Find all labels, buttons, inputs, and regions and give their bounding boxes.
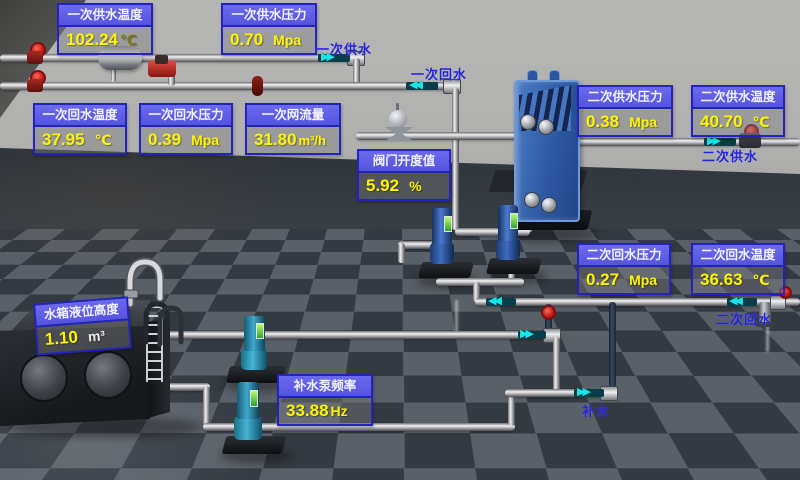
panel-secondary-return-pressure: 二次回水压力 0.27 Mpa [577, 243, 671, 295]
panel-unit: m³/h [299, 133, 326, 148]
pipe-pump2-riser [508, 392, 515, 426]
pipe-primary-return-riser [452, 88, 459, 230]
panel-unit: m³ [87, 327, 105, 344]
hx-port [524, 192, 540, 208]
hx-port [541, 197, 557, 213]
pipe-secondary-supply [570, 138, 800, 146]
panel-makeup-pump-frequency: 补水泵频率 33.88Hz [277, 374, 373, 426]
panel-unit: Mpa [273, 32, 301, 48]
panel-title: 补水泵频率 [279, 376, 371, 398]
hmi-screen: ▶▶ ◀◀ ▶▶ ◀◀ ◀◀ ▶▶ ▶▶ [0, 0, 800, 480]
panel-secondary-supply-pressure: 二次供水压力 0.38 Mpa [577, 85, 673, 137]
hx-port [538, 119, 554, 135]
panel-title: 二次供水压力 [579, 87, 671, 109]
tank-manhole [20, 354, 68, 402]
panel-title: 二次回水温度 [693, 245, 783, 267]
panel-unit: Mpa [629, 272, 657, 288]
small-red-pump-motor [155, 55, 168, 64]
panel-value: 31.80 [254, 130, 297, 150]
panel-title: 阀门开度值 [359, 151, 449, 173]
panel-value: 37.95 [42, 130, 85, 150]
pump-status-light [444, 216, 452, 232]
pipe-makeup-pump1 [150, 331, 560, 339]
pipe-makeup-drop [553, 337, 560, 392]
control-valve-actuator[interactable] [389, 110, 407, 128]
panel-primary-return-temp: 一次回水温度 37.95 ℃ [33, 103, 127, 155]
panel-title: 二次供水温度 [693, 87, 783, 109]
panel-value: 0.70 [230, 30, 263, 50]
panel-unit: ℃ [120, 32, 137, 49]
panel-primary-return-pressure: 一次回水压力 0.39 Mpa [139, 103, 233, 155]
pipe-pump-suction-manifold [436, 278, 524, 286]
pipe-tank-drop [203, 386, 210, 426]
pipe-pump-stub-drop [398, 243, 405, 263]
panel-primary-supply-pressure: 一次供水压力 0.70 Mpa [221, 3, 317, 55]
panel-unit: ℃ [753, 114, 770, 131]
bypass-valve-wheel[interactable] [541, 305, 556, 320]
panel-unit: ℃ [95, 132, 112, 149]
pipe-tag-primary-return: 一次回水 [411, 64, 467, 83]
pump-status-light [250, 390, 258, 407]
panel-value: 1.10 [44, 327, 79, 350]
hx-port [520, 114, 536, 130]
panel-unit: Mpa [191, 132, 219, 148]
flow-arrow-right-icon: ▶▶ [577, 386, 588, 398]
panel-value: 36.63 [700, 270, 743, 290]
pipe-tag-makeup-water: 补水 [582, 401, 610, 420]
manual-valve-body [27, 51, 43, 64]
butterfly-valve[interactable] [252, 76, 263, 96]
panel-secondary-supply-temp: 二次供水温度 40.70 ℃ [691, 85, 785, 137]
pipe-tag-primary-supply: 一次供水 [316, 39, 372, 58]
panel-primary-supply-temp: 一次供水温度 102.24℃ [57, 3, 153, 55]
pipe-primary-supply [0, 54, 352, 62]
flow-arrow-right-icon: ▶▶ [520, 328, 531, 340]
flow-arrow-left-icon: ◀◀ [729, 295, 740, 307]
panel-value: 40.70 [700, 112, 743, 132]
panel-value: 102.24 [66, 30, 118, 50]
panel-primary-network-flow: 一次网流量 31.80m³/h [245, 103, 341, 155]
pipe-primary-return [0, 82, 450, 90]
panel-title: 二次回水压力 [579, 245, 669, 267]
panel-title: 一次供水温度 [59, 5, 151, 27]
panel-value: 5.92 [366, 176, 399, 196]
flow-arrow-left-icon: ◀◀ [488, 295, 499, 307]
panel-title: 一次网流量 [247, 105, 339, 127]
panel-value: 33.88 [286, 401, 329, 421]
panel-secondary-return-temp: 二次回水温度 36.63 ℃ [691, 243, 785, 295]
manual-valve-body [27, 79, 43, 92]
pump-status-light [256, 323, 264, 339]
tank-manhole [84, 351, 132, 399]
panel-value: 0.27 [586, 270, 619, 290]
panel-value: 0.39 [148, 130, 181, 150]
panel-title: 一次回水压力 [141, 105, 231, 127]
panel-valve-opening: 阀门开度值 5.92% [357, 149, 451, 201]
pipe-makeup-riser [609, 302, 616, 390]
panel-unit: ℃ [753, 272, 770, 289]
panel-unit: Mpa [629, 114, 657, 130]
panel-title: 一次供水压力 [223, 5, 315, 27]
panel-unit: % [409, 178, 421, 194]
tank-gooseneck-pipes [138, 298, 194, 346]
pump-status-light [510, 213, 518, 229]
pipe-reflection [455, 300, 458, 334]
panel-tank-level: 水箱液位高度 1.10m³ [33, 296, 132, 355]
panel-unit: Hz [331, 403, 348, 419]
panel-value: 0.38 [586, 112, 619, 132]
pipe-to-exchanger [356, 132, 534, 140]
pipe-tag-secondary-return: 二次回水 [716, 309, 772, 328]
pipe-tag-secondary-supply: 二次供水 [702, 146, 758, 165]
panel-title: 一次回水温度 [35, 105, 125, 127]
